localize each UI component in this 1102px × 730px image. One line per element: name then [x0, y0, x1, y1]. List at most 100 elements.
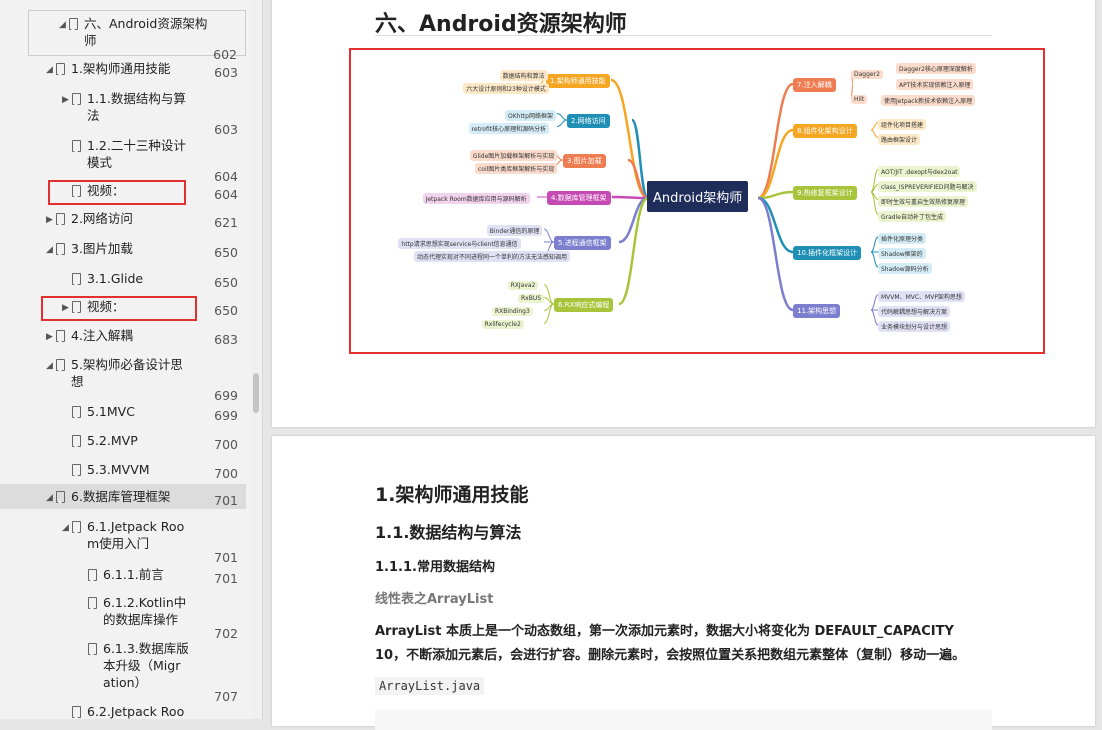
collapsed-arrow-icon[interactable]: ▶	[62, 92, 69, 109]
toc-item[interactable]: 6.1.2.Kotlin中 的数据库操作 702	[0, 590, 246, 641]
document-page-1: 六、Android资源架构师 Android架构师 1.架构师通用技能 数据结构和算…	[272, 0, 1095, 427]
mindmap-leaf-node: 数据结构和算法	[499, 69, 548, 81]
mindmap-branch-node: 4.数据库管理框架	[547, 191, 611, 205]
collapsed-arrow-icon[interactable]: ▶	[46, 329, 53, 346]
bookmark-icon	[72, 93, 81, 105]
toc-item[interactable]: 5.1MVC 699	[0, 399, 246, 424]
bookmark-icon	[56, 243, 65, 255]
toc-item-label: 3.图片加载	[71, 241, 133, 256]
toc-item[interactable]: ◢ 1.架构师通用技能 603	[0, 56, 246, 81]
bookmark-icon	[88, 569, 97, 581]
mindmap-leaf-node: retrofit核心原理和源码分析	[468, 122, 550, 134]
document-page-2: 1.架构师通用技能 1.1.数据结构与算法 1.1.1.常用数据结构 线性表之A…	[272, 436, 1095, 730]
toc-sidebar: ◢ 六、Android资源架构 师 602 ◢ 1.架构师通用技能 603 ▶ 1.1.数据结…	[0, 0, 263, 719]
code-block	[375, 710, 992, 730]
mindmap-branch-node: 11.架构思想	[793, 304, 841, 318]
bookmark-icon	[72, 435, 81, 447]
toc-item[interactable]: 6.1.3.数据库版 本升级（Migr ation） 707	[0, 636, 246, 704]
toc-item-label: 5.1MVC	[87, 404, 135, 419]
mindmap-branch-node: 6.RX响应式编程	[554, 298, 614, 312]
bookmark-icon	[72, 521, 81, 533]
mindmap-leaf-node: AOT/JIT .dexopt与dex2oat	[878, 165, 961, 177]
expanded-arrow-icon[interactable]: ◢	[46, 490, 53, 507]
bookmark-icon	[72, 406, 81, 418]
mindmap-leaf-node: coil图片类库框架解析与实现	[475, 162, 558, 174]
collapsed-arrow-icon[interactable]: ▶	[46, 212, 53, 229]
mindmap-leaf-node: Binder通信的原理	[486, 225, 543, 236]
mindmap-leaf-node: 即时生效与重启生效热修复原理	[878, 195, 969, 207]
bookmark-icon	[69, 18, 78, 30]
mindmap-leaf-node: Shadow框架的	[878, 248, 926, 259]
mindmap-leaf-node: MVVM、MVC、MVP架构思想	[878, 291, 965, 302]
mindmap-sub-node: Dagger2	[851, 70, 883, 79]
toc-page-number: 621	[214, 215, 238, 230]
toc-item[interactable]: 3.1.Glide 650	[0, 266, 246, 291]
bookmark-icon	[88, 643, 97, 655]
toc-page-number: 701	[214, 571, 238, 586]
bookmark-icon	[72, 464, 81, 476]
sidebar-scroll-thumb[interactable]	[253, 373, 259, 413]
expanded-arrow-icon[interactable]: ◢	[62, 520, 69, 537]
toc-page-number: 701	[214, 493, 238, 508]
toc-item-label: 6.数据库管理框架	[71, 489, 171, 504]
subsection-title: 1.1.1.常用数据结构	[375, 560, 495, 575]
mindmap-leaf-node: 组件化项目搭建	[878, 118, 927, 130]
mindmap-connector	[870, 129, 879, 138]
toc-item[interactable]: ▶ 1.1.数据结构与算 法 603	[0, 86, 246, 137]
mindmap-center-node: Android架构师	[647, 181, 749, 212]
toc-item[interactable]: ◢ 6.1.Jetpack Roo m使用入门 701	[0, 514, 246, 565]
toc-item[interactable]: 5.2.MVP 700	[0, 428, 246, 453]
mindmap-leaf-node: 代码解耦思想与解决方案	[878, 306, 951, 317]
toc-item-label: 6.1.Jetpack Roo m使用入门	[87, 519, 185, 551]
toc-item-label: 1.2.二十三种设计 模式	[87, 138, 186, 170]
highlight-box-video-1	[48, 180, 186, 205]
bookmark-icon	[72, 273, 81, 285]
mindmap-branch-node: 9.热修复框架设计	[793, 186, 857, 200]
bookmark-icon	[56, 63, 65, 75]
mindmap-connector	[556, 113, 568, 121]
mindmap-leaf-node: Dagger2核心原理深度解析	[896, 63, 976, 74]
expanded-arrow-icon[interactable]: ◢	[46, 242, 53, 259]
expanded-arrow-icon[interactable]: ◢	[46, 62, 53, 79]
toc-page-number: 683	[214, 332, 238, 347]
toc-item[interactable]: 5.3.MVVM 700	[0, 457, 246, 482]
mindmap-connector	[757, 196, 794, 254]
mindmap-leaf-node: Gradle自动补丁包生成	[878, 210, 946, 222]
toc-item[interactable]: ◢ 3.图片加载 650	[0, 236, 246, 261]
bookmark-icon	[56, 330, 65, 342]
sidebar-scrollbar[interactable]	[250, 0, 262, 719]
mindmap-leaf-node: http请求思想实现service与client信息通信	[398, 238, 521, 249]
toc-item-label: 4.注入解耦	[71, 328, 133, 343]
toc-item-label: 6.1.3.数据库版 本升级（Migr ation）	[103, 641, 189, 690]
chapter-title: 1.架构师通用技能	[375, 484, 529, 506]
toc-page-number: 700	[214, 466, 238, 481]
mindmap-branch-node: 2.网络访问	[567, 114, 610, 128]
mindmap-connector	[870, 236, 879, 253]
mindmap-connector	[543, 228, 555, 243]
toc-item[interactable]: ▶ 2.网络访问 621	[0, 206, 246, 231]
heading-rule	[375, 35, 992, 36]
mindmap-leaf-node: RxBUS	[518, 293, 545, 303]
expanded-arrow-icon[interactable]: ◢	[46, 358, 53, 375]
toc-item-label: 6.1.2.Kotlin中 的数据库操作	[103, 595, 187, 627]
mindmap-leaf-node: 业务模块划分与设计思想	[878, 321, 951, 332]
toc-item-label: 6.1.1.前言	[103, 567, 164, 582]
section-title: 1.1.数据结构与算法	[375, 523, 522, 542]
toc-item[interactable]: 6.2.Jetpack Roo	[0, 699, 246, 719]
mindmap-leaf-node: OKhttp网络框架	[505, 109, 556, 121]
toc-item[interactable]: ◢ 5.架构师必备设计思 想 699	[0, 352, 246, 403]
toc-page-number: 699	[214, 408, 238, 423]
toc-item[interactable]: 1.2.二十三种设计 模式 604	[0, 133, 246, 184]
bookmark-icon	[56, 359, 65, 371]
mindmap-leaf-node: 使用Jetpack新技术依赖注入原理	[881, 95, 976, 106]
toc-item[interactable]: ◢ 六、Android资源架构 师 602	[28, 10, 246, 62]
mindmap-connector	[618, 196, 649, 244]
toc-item[interactable]: ▶ 4.注入解耦 683	[0, 323, 246, 348]
toc-page-number: 650	[214, 303, 238, 318]
expanded-arrow-icon[interactable]: ◢	[59, 17, 66, 34]
mindmap-branch-node: 3.图片加载	[563, 154, 606, 168]
toc-item[interactable]: 6.1.1.前言 701	[0, 562, 246, 587]
toc-page-number: 650	[214, 275, 238, 290]
toc-item[interactable]: ◢ 6.数据库管理框架 701	[0, 484, 246, 509]
code-filename: ArrayList.java	[375, 677, 485, 695]
